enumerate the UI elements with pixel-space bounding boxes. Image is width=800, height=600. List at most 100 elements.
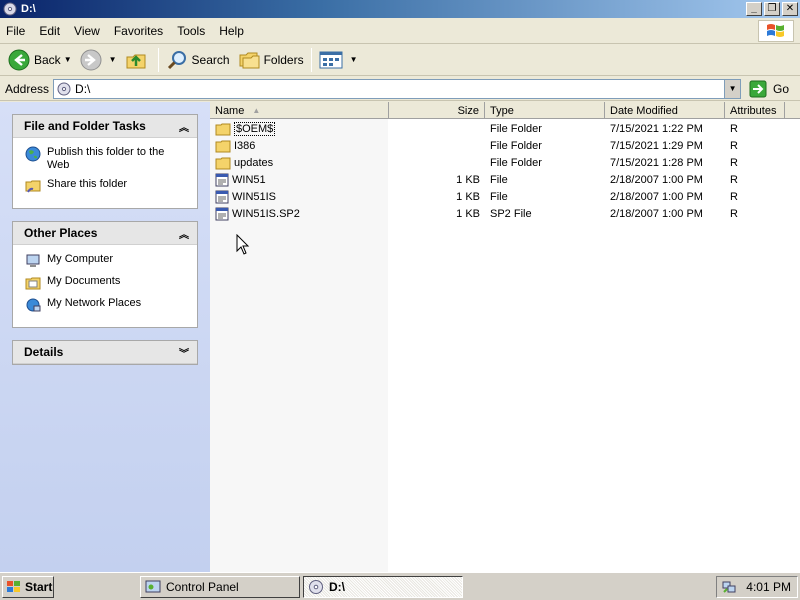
column-headers: Name ▲ Size Type Date Modified Attribute… [210, 102, 800, 119]
table-row[interactable]: WIN51 1 KB File 2/18/2007 1:00 PM R [210, 171, 800, 188]
menu-bar: File Edit View Favorites Tools Help [0, 18, 800, 44]
panel-title: File and Folder Tasks [24, 119, 146, 133]
details-header[interactable]: Details ︾ [13, 341, 197, 364]
file-date: 2/18/2007 1:00 PM [610, 207, 703, 220]
close-button[interactable]: ✕ [782, 2, 798, 16]
search-label: Search [191, 52, 230, 67]
system-tray: 4:01 PM [716, 576, 798, 598]
file-icon [215, 190, 229, 203]
collapse-chevron-icon[interactable]: ︽ [179, 226, 189, 241]
title-bar[interactable]: D:\ _ ❐ ✕ [0, 0, 800, 18]
search-button[interactable]: Search [162, 46, 234, 74]
cd-drive-icon [309, 580, 323, 594]
table-row[interactable]: I386 File Folder 7/15/2021 1:29 PM R [210, 137, 800, 154]
column-header-attributes[interactable]: Attributes [725, 102, 785, 119]
menu-help[interactable]: Help [219, 24, 244, 38]
menu-file[interactable]: File [6, 24, 25, 38]
views-icon [319, 51, 343, 68]
go-button[interactable]: Go [749, 80, 789, 98]
search-icon [167, 50, 186, 69]
table-row[interactable]: $OEM$ File Folder 7/15/2021 1:22 PM R [210, 120, 800, 137]
address-value: D:\ [75, 81, 91, 96]
file-folder-tasks-header[interactable]: File and Folder Tasks ︽ [13, 115, 197, 138]
column-label: Name [215, 104, 245, 117]
column-header-size[interactable]: Size [389, 102, 485, 119]
collapse-chevron-icon[interactable]: ︽ [179, 119, 189, 134]
place-my-documents[interactable]: My Documents [25, 275, 187, 291]
taskbar-button-label: D:\ [329, 580, 345, 594]
file-name: WIN51IS [232, 190, 277, 203]
column-header-name[interactable]: Name ▲ [210, 102, 389, 119]
menu-tools[interactable]: Tools [177, 24, 205, 38]
place-my-network-places[interactable]: My Network Places [25, 297, 187, 313]
table-row[interactable]: updates File Folder 7/15/2021 1:28 PM R [210, 154, 800, 171]
column-header-date-modified[interactable]: Date Modified [605, 102, 725, 119]
table-row[interactable]: WIN51IS.SP2 1 KB SP2 File 2/18/2007 1:00… [210, 205, 800, 222]
file-type: File [490, 173, 508, 186]
task-publish-web[interactable]: Publish this folder to the Web [25, 146, 187, 172]
column-label: Attributes [730, 104, 777, 117]
task-label: Publish this folder to the Web [47, 146, 165, 171]
up-folder-button[interactable] [121, 46, 155, 74]
other-places-panel: Other Places ︽ My Computer My Documents … [12, 221, 198, 328]
taskbar-button-drive-d[interactable]: D:\ [303, 576, 463, 598]
back-dropdown-icon[interactable]: ▼ [64, 55, 72, 64]
address-input[interactable]: D:\ ▼ [53, 78, 742, 99]
panel-title: Other Places [24, 226, 98, 240]
toolbar-separator [310, 47, 312, 72]
network-tray-icon[interactable] [721, 579, 737, 595]
place-label: My Documents [47, 275, 121, 287]
views-button[interactable]: ▼ [315, 46, 362, 74]
file-date: 7/15/2021 1:22 PM [610, 122, 703, 135]
file-type: SP2 File [490, 207, 532, 220]
folder-icon [215, 157, 231, 169]
taskbar-button-control-panel[interactable]: Control Panel [140, 576, 300, 598]
minimize-button[interactable]: _ [746, 2, 762, 16]
details-panel: Details ︾ [12, 340, 198, 365]
menu-edit[interactable]: Edit [39, 24, 60, 38]
menu-view[interactable]: View [74, 24, 100, 38]
cd-drive-icon [3, 2, 17, 16]
expand-chevron-icon[interactable]: ︾ [179, 345, 189, 360]
file-icon [215, 207, 229, 220]
restore-button[interactable]: ❐ [764, 2, 780, 16]
network-icon [26, 298, 41, 312]
folders-button[interactable]: Folders [234, 46, 308, 74]
task-pane: File and Folder Tasks ︽ Publish this fol… [0, 102, 210, 572]
file-folder-tasks-panel: File and Folder Tasks ︽ Publish this fol… [12, 114, 198, 209]
go-label: Go [773, 81, 790, 96]
up-folder-icon [126, 54, 146, 68]
file-type: File [490, 190, 508, 203]
file-rows: $OEM$ File Folder 7/15/2021 1:22 PM R I3… [210, 120, 800, 222]
file-name: updates [234, 156, 274, 169]
address-dropdown-icon[interactable]: ▼ [724, 79, 741, 98]
back-arrow-icon [8, 49, 30, 70]
start-button[interactable]: Start [2, 575, 54, 598]
sort-ascending-icon: ▲ [252, 106, 261, 115]
forward-dropdown-icon[interactable]: ▼ [109, 55, 117, 64]
share-folder-icon [25, 180, 41, 193]
file-name: WIN51 [232, 173, 266, 186]
back-button[interactable]: Back ▼ [4, 46, 76, 74]
task-share-folder[interactable]: Share this folder [25, 178, 187, 194]
clock[interactable]: 4:01 PM [746, 580, 791, 594]
views-dropdown-icon[interactable]: ▼ [350, 55, 358, 64]
file-type: File Folder [490, 156, 542, 169]
file-name: I386 [234, 139, 256, 152]
other-places-header[interactable]: Other Places ︽ [13, 222, 197, 245]
menu-favorites[interactable]: Favorites [114, 24, 163, 38]
file-attr: R [730, 173, 738, 186]
file-icon [215, 173, 229, 186]
file-date: 2/18/2007 1:00 PM [610, 173, 703, 186]
file-type: File Folder [490, 122, 542, 135]
file-list-view[interactable]: Name ▲ Size Type Date Modified Attribute… [210, 102, 800, 572]
table-row[interactable]: WIN51IS 1 KB File 2/18/2007 1:00 PM R [210, 188, 800, 205]
standard-toolbar: Back ▼ ▼ Search Folders ▼ [0, 44, 800, 76]
place-my-computer[interactable]: My Computer [25, 253, 187, 269]
forward-button[interactable]: ▼ [76, 46, 121, 74]
folder-icon [215, 123, 231, 135]
column-header-type[interactable]: Type [485, 102, 605, 119]
file-attr: R [730, 139, 738, 152]
file-date: 2/18/2007 1:00 PM [610, 190, 703, 203]
computer-icon [26, 254, 40, 267]
